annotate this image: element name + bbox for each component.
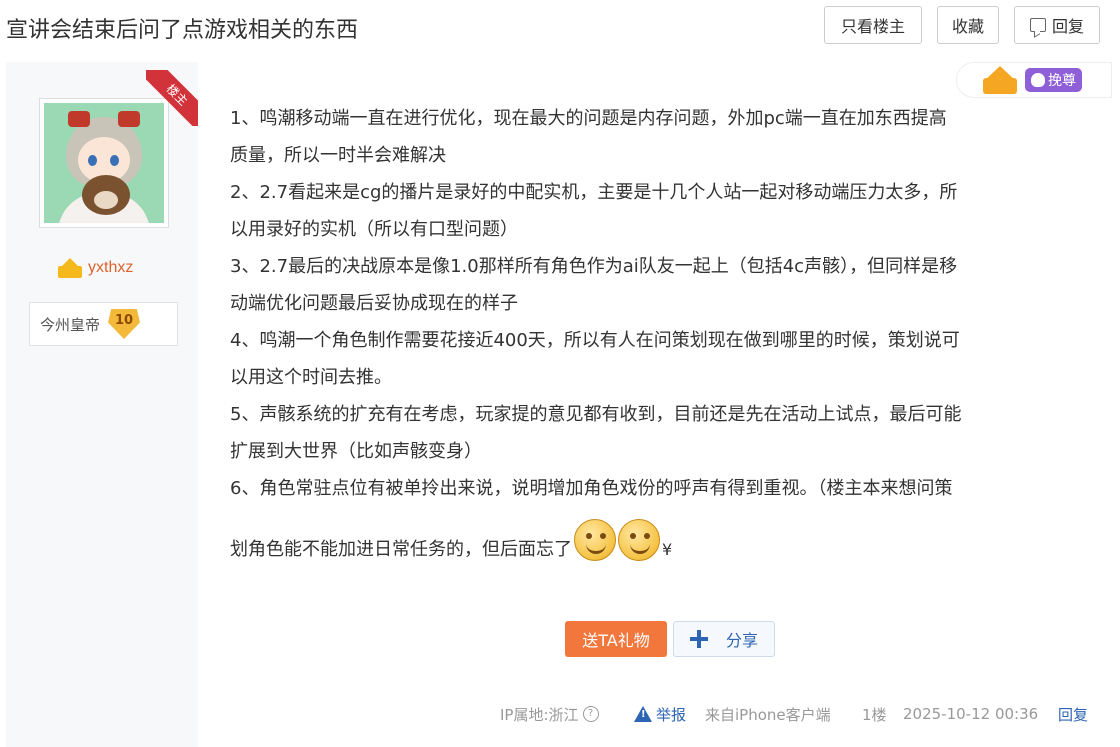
post-line: 动端优化问题最后妥协成现在的样子 [230,293,518,314]
crown-icon [58,258,82,278]
only-author-button[interactable]: 只看楼主 [824,6,922,44]
report-link[interactable]: 举报 [634,703,686,725]
crown-icon [983,66,1017,94]
level-number: 10 [114,313,134,328]
share-label: 分享 [725,631,758,650]
reply-button[interactable]: 回复 [1014,6,1100,44]
author-ribbon: 楼主 [146,70,202,126]
cheer-widget: 挽尊 [956,62,1112,98]
cheer-label: 挽尊 [1048,73,1076,89]
post-line: 5、声骸系统的扩充有在考虑，玩家提的意见都有收到，目前还是先在活动上试点，最后可… [230,404,962,425]
share-button[interactable]: 分享 [673,621,775,657]
username-row: yxthxz [58,258,133,278]
smile-emoji-icon [574,519,616,561]
favorite-button[interactable]: 收藏 [937,6,999,44]
send-gift-button[interactable]: 送TA礼物 [565,621,667,657]
reply-link[interactable]: 回复 [1058,703,1088,725]
send-gift-label: 送TA礼物 [582,631,650,650]
user-sidebar: yxthxz 今州皇帝 10 [6,62,198,747]
post-timestamp: 2025-10-12 00:36 [903,705,1039,723]
post-header: 宣讲会结束后问了点游戏相关的东西 只看楼主 收藏 回复 [0,0,1120,60]
level-shield-icon: 10 [108,309,141,339]
smile-emoji-icon [618,519,660,561]
only-author-label: 只看楼主 [840,17,905,36]
client-source: 来自iPhone客户端 [705,705,831,724]
username-link[interactable]: yxthxz [88,259,133,277]
author-ribbon-label: 楼主 [146,70,202,126]
favorite-label: 收藏 [951,17,984,36]
page-title: 宣讲会结束后问了点游戏相关的东西 [6,18,359,43]
ip-location: IP属地:浙江 ? [500,703,599,725]
post-line: 以用这个时间去推。 [230,367,392,388]
post-line: 划角色能不能加进日常任务的，但后面忘了 [230,539,572,560]
post-suffix: ¥ [662,540,673,559]
warning-icon [634,706,652,722]
post-line: 2、2.7看起来是cg的播片是录好的中配实机，主要是十几个人站一起对移动端压力太… [230,182,958,203]
post-line: 1、鸣潮移动端一直在进行优化，现在最大的问题是内存问题，外加pc端一直在加东西提… [230,108,947,129]
post-last-line: 划角色能不能加进日常任务的，但后面忘了 ¥ [230,519,1086,568]
post-content: 1、鸣潮移动端一直在进行优化，现在最大的问题是内存问题，外加pc端一直在加东西提… [230,100,1086,568]
question-icon[interactable]: ? [582,706,599,722]
cheer-button[interactable]: 挽尊 [1025,68,1082,92]
post-line: 扩展到大世界（比如声骸变身） [230,441,482,462]
floor-number: 1楼 [862,705,887,724]
paw-icon [1031,73,1045,87]
ip-label: IP属地:浙江 [500,705,579,724]
level-name: 今州皇帝 [40,315,101,334]
post-line: 4、鸣潮一个角色制作需要花接近400天，所以有人在问策划现在做到哪里的时候，策划… [230,330,960,351]
comment-icon [1029,18,1046,32]
post-line: 3、2.7最后的决战原本是像1.0那样所有角色作为ai队友一起上（包括4c声骸）… [230,256,958,277]
post-line: 以用录好的实机（所以有口型问题） [230,219,518,240]
post-line: 6、角色常驻点位有被单拎出来说，说明增加角色戏份的呼声有得到重视。（楼主本来想问… [230,478,953,499]
reply-label: 回复 [1051,17,1084,36]
level-badge-box[interactable]: 今州皇帝 10 [29,302,178,346]
plus-icon [689,630,708,648]
report-label: 举报 [656,705,687,724]
post-line: 质量，所以一时半会难解决 [230,145,446,166]
